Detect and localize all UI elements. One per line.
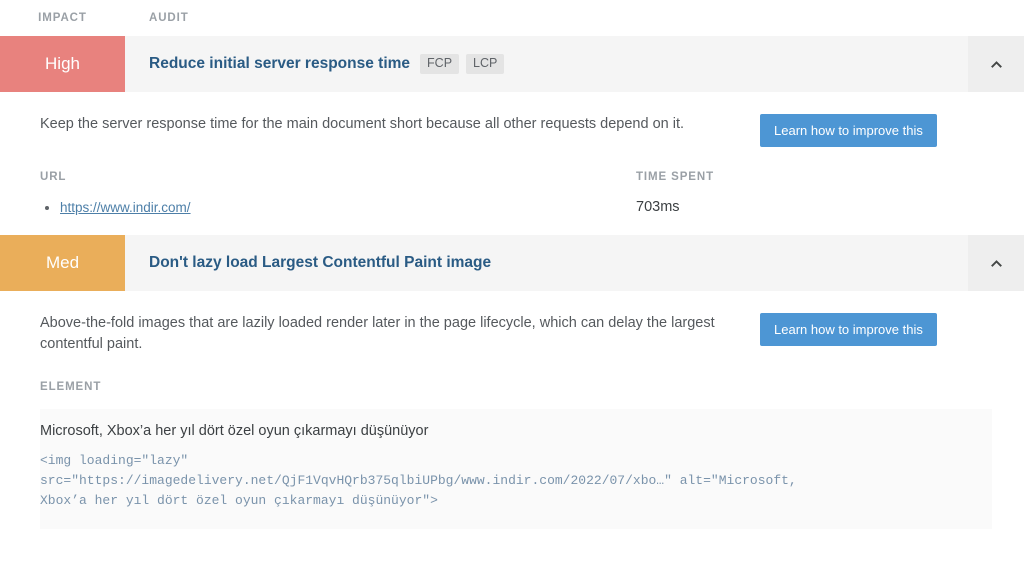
url-list: https://www.indir.com/ <box>40 199 636 217</box>
impact-badge-high: High <box>0 36 125 92</box>
lighthouse-audit-report: IMPACT AUDIT High Reduce initial server … <box>0 0 1024 530</box>
detail-header-url: URL <box>40 171 67 183</box>
audit-body: Above-the-fold images that are lazily lo… <box>0 291 1024 530</box>
learn-how-to-improve-button[interactable]: Learn how to improve this <box>760 114 937 147</box>
metric-pill-lcp: LCP <box>466 54 505 74</box>
column-header-row: IMPACT AUDIT <box>0 0 1024 36</box>
element-caption: Microsoft, Xbox’a her yıl dört özel oyun… <box>40 423 429 440</box>
impact-badge-med: Med <box>0 235 125 291</box>
learn-how-to-improve-button[interactable]: Learn how to improve this <box>760 313 937 346</box>
audit-title-area: Reduce initial server response time FCP … <box>125 36 968 92</box>
element-code-snippet: <img loading="lazy" src="https://imagede… <box>40 453 797 509</box>
collapse-toggle-lazy-load-lcp[interactable] <box>968 235 1024 291</box>
description-row: Above-the-fold images that are lazily lo… <box>40 291 992 355</box>
detail-header-time-spent: TIME SPENT <box>636 171 715 183</box>
audit-header[interactable]: Med Don't lazy load Largest Contentful P… <box>0 235 1024 291</box>
detail-value-time-spent: 703ms <box>636 199 680 215</box>
audit-description: Keep the server response time for the ma… <box>40 116 685 132</box>
column-header-audit: AUDIT <box>149 12 189 24</box>
element-detail-block: ELEMENT Microsoft, Xbox’a her yıl dört ö… <box>40 355 992 530</box>
metric-pill-fcp: FCP <box>420 54 460 74</box>
detail-column-url: URL https://www.indir.com/ <box>40 171 636 217</box>
chevron-up-icon <box>990 60 1002 68</box>
detail-column-time-spent: TIME SPENT 703ms <box>636 171 992 217</box>
url-link[interactable]: https://www.indir.com/ <box>60 200 191 215</box>
metric-pill-group: FCP LCP <box>420 54 511 74</box>
description-row: Keep the server response time for the ma… <box>40 92 992 147</box>
audit-title[interactable]: Reduce initial server response time <box>149 55 410 73</box>
chevron-up-icon <box>990 259 1002 267</box>
detail-table: URL https://www.indir.com/ TIME SPENT 70… <box>40 147 992 217</box>
list-item: https://www.indir.com/ <box>60 199 636 217</box>
column-header-impact: IMPACT <box>38 12 87 24</box>
detail-header-element: ELEMENT <box>40 381 102 394</box>
element-panel: Microsoft, Xbox’a her yıl dört özel oyun… <box>40 409 992 530</box>
audit-item-server-response: High Reduce initial server response time… <box>0 36 1024 235</box>
collapse-toggle-server-response[interactable] <box>968 36 1024 92</box>
audit-body: Keep the server response time for the ma… <box>0 92 1024 235</box>
audit-header[interactable]: High Reduce initial server response time… <box>0 36 1024 92</box>
audit-title-area: Don't lazy load Largest Contentful Paint… <box>125 235 968 291</box>
audit-item-lazy-load-lcp: Med Don't lazy load Largest Contentful P… <box>0 235 1024 530</box>
audit-title[interactable]: Don't lazy load Largest Contentful Paint… <box>149 254 491 272</box>
audit-description: Above-the-fold images that are lazily lo… <box>40 315 715 353</box>
